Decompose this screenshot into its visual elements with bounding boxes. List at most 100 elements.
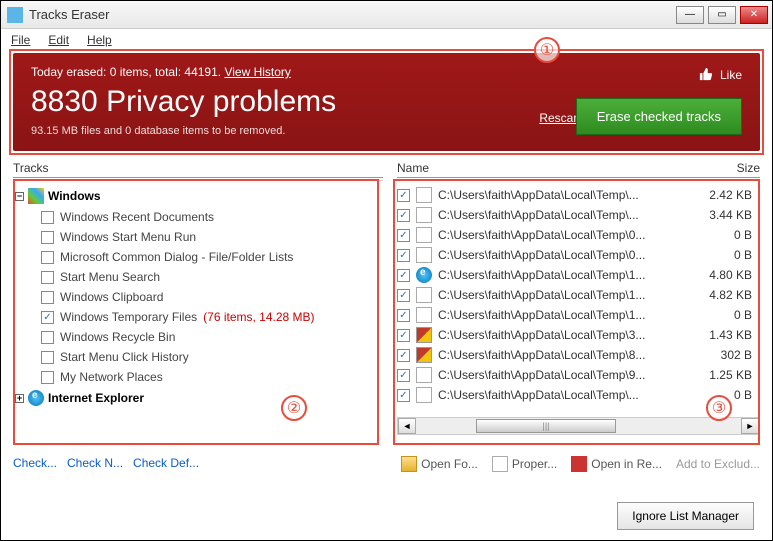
checkbox[interactable]: ✓ [397,249,410,262]
menu-file[interactable]: File [11,33,30,47]
open-folder-action[interactable]: Open Fo... [401,456,478,472]
file-icon [416,367,432,383]
tree-group-windows[interactable]: − Windows [13,185,383,207]
ignore-list-manager-button[interactable]: Ignore List Manager [617,502,754,530]
like-control[interactable]: Like [699,67,742,82]
view-history-link[interactable]: View History [224,65,290,79]
checkbox[interactable] [41,371,54,384]
tree-item[interactable]: Windows Clipboard [41,287,383,307]
check-link[interactable]: Check... [13,456,57,472]
horizontal-scrollbar[interactable]: ◄ ||| ► [397,417,760,435]
file-row[interactable]: ✓C:\Users\faith\AppData\Local\Temp\0...0… [397,245,760,265]
rescan-link[interactable]: Rescan [539,111,580,125]
col-size-label[interactable]: Size [737,161,760,175]
tree-item-label: Windows Start Menu Run [60,230,196,244]
open-in-re-action[interactable]: Open in Re... [571,456,662,472]
file-row[interactable]: ✓ C:\Users\faith\AppData\Local\Temp\1... 0… [397,305,760,325]
file-row[interactable]: ✓C:\Users\faith\AppData\Local\Temp\...2.… [397,185,760,205]
checkbox[interactable]: ✓ [41,311,54,324]
checkbox[interactable]: ✓ [397,389,410,402]
file-path: C:\Users\faith\AppData\Local\Temp\... [438,388,694,402]
scroll-thumb[interactable]: ||| [476,419,616,433]
folder-icon [401,456,417,472]
ie-icon [28,390,44,406]
menu-help[interactable]: Help [87,33,112,47]
erase-button[interactable]: Erase checked tracks [576,98,742,135]
menu-edit[interactable]: Edit [48,33,69,47]
file-size: 0 B [700,228,760,242]
tree-item-label: Windows Recycle Bin [60,330,175,344]
tree-item[interactable]: Start Menu Search [41,267,383,287]
minimize-button[interactable]: — [676,6,704,24]
file-row[interactable]: ✓C:\Users\faith\AppData\Local\Temp\1...4… [397,285,760,305]
checkbox[interactable]: ✓ [397,189,410,202]
banner-summary-text: Today erased: 0 items, total: 44191. [31,65,224,79]
checkbox[interactable]: ✓ [397,349,410,362]
tree-item-label: Windows Clipboard [60,290,163,304]
col-name-label[interactable]: Name [397,161,429,175]
checkbox[interactable]: ✓ [397,329,410,342]
tree-item-label: Start Menu Search [60,270,160,284]
scroll-track[interactable]: ||| [416,419,741,433]
check-def-link[interactable]: Check Def... [133,456,199,472]
thumb-up-icon [699,67,713,81]
file-icon [416,227,432,243]
check-n-link[interactable]: Check N... [67,456,123,472]
checkbox[interactable]: ✓ [397,289,410,302]
collapse-icon[interactable]: − [15,192,24,201]
checkbox[interactable] [41,211,54,224]
file-row[interactable]: ✓C:\Users\faith\AppData\Local\Temp\0...0… [397,225,760,245]
checkbox[interactable] [41,351,54,364]
tree-item[interactable]: Microsoft Common Dialog - File/Folder Li… [41,247,383,267]
checkbox[interactable] [41,331,54,344]
tree-item[interactable]: Windows Recycle Bin [41,327,383,347]
titlebar: Tracks Eraser — ▭ ✕ [1,1,772,29]
file-row[interactable]: ✓C:\Users\faith\AppData\Local\Temp\...0 … [397,385,760,405]
registry-icon [571,456,587,472]
file-row[interactable]: ✓C:\Users\faith\AppData\Local\Temp\9...1… [397,365,760,385]
maximize-button[interactable]: ▭ [708,6,736,24]
tracks-header: Tracks [13,159,383,178]
file-row[interactable]: ✓C:\Users\faith\AppData\Local\Temp\1...4… [397,265,760,285]
add-exclude-action[interactable]: Add to Exclud... [676,457,760,471]
tree-item[interactable]: ✓Windows Temporary Files(76 items, 14.28… [41,307,383,327]
file-icon [416,307,432,323]
checkbox[interactable] [41,271,54,284]
open-in-re-label: Open in Re... [591,457,662,471]
checkbox[interactable] [41,251,54,264]
tree-group-ie[interactable]: + Internet Explorer [13,387,383,409]
properties-action[interactable]: Proper... [492,456,557,472]
tree-item-label: My Network Places [60,370,163,384]
windows-icon [28,188,44,204]
checkbox[interactable]: ✓ [397,229,410,242]
file-path: C:\Users\faith\AppData\Local\Temp\1... [438,308,694,322]
window-controls: — ▭ ✕ [676,6,768,24]
tree-item[interactable]: Start Menu Click History [41,347,383,367]
files-pane: ✓C:\Users\faith\AppData\Local\Temp\...2.… [397,180,760,448]
tree-item[interactable]: My Network Places [41,367,383,387]
properties-icon [492,456,508,472]
checkbox[interactable] [41,231,54,244]
scroll-right-button[interactable]: ► [741,418,759,434]
checkbox[interactable]: ✓ [397,309,410,322]
checkbox[interactable]: ✓ [397,269,410,282]
file-row[interactable]: ✓C:\Users\faith\AppData\Local\Temp\3...1… [397,325,760,345]
file-path: C:\Users\faith\AppData\Local\Temp\... [438,188,694,202]
file-size: 0 B [700,308,760,322]
windows-items: Windows Recent Documents Windows Start Me… [13,207,383,387]
file-row[interactable]: ✓C:\Users\faith\AppData\Local\Temp\...3.… [397,205,760,225]
properties-label: Proper... [512,457,557,471]
group-ie-label: Internet Explorer [48,391,144,405]
tree-item[interactable]: Windows Recent Documents [41,207,383,227]
tree-item-label: Start Menu Click History [60,350,189,364]
tree-item[interactable]: Windows Start Menu Run [41,227,383,247]
checkbox[interactable] [41,291,54,304]
files-panel: Name Size ✓C:\Users\faith\AppData\Local\… [397,159,760,448]
checkbox[interactable]: ✓ [397,209,410,222]
scroll-left-button[interactable]: ◄ [398,418,416,434]
file-row[interactable]: ✓C:\Users\faith\AppData\Local\Temp\8...3… [397,345,760,365]
checkbox[interactable]: ✓ [397,369,410,382]
expand-icon[interactable]: + [15,394,24,403]
file-size: 4.82 KB [700,288,760,302]
close-button[interactable]: ✕ [740,6,768,24]
